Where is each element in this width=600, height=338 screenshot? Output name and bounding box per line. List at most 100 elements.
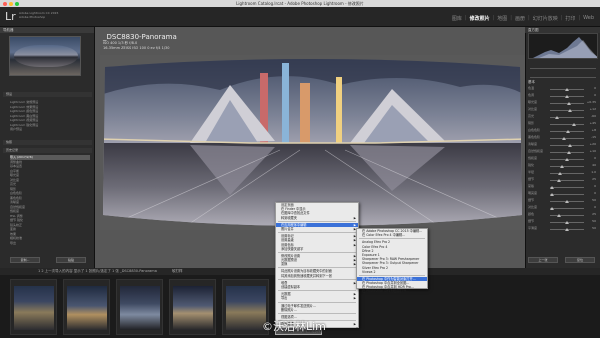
paste-button[interactable]: 粘贴 (56, 257, 86, 263)
filmstrip-thumbnail[interactable] (63, 279, 110, 335)
slider-thumb[interactable] (556, 213, 561, 217)
history-header[interactable]: 历史记录 (3, 148, 92, 153)
slider-value[interactable]: +10 (590, 149, 596, 153)
slider-thumb[interactable] (568, 108, 573, 112)
previous-button[interactable]: 上一张 (528, 257, 558, 263)
slider-value[interactable]: +0.35 (587, 100, 596, 104)
slider-row: 蒙版 0 (528, 184, 598, 191)
menu-item[interactable]: 在 Color Efex Pro 4 中编辑... (357, 233, 427, 237)
slider-track[interactable] (550, 194, 584, 195)
menu-item[interactable]: 删除照片... (276, 308, 358, 312)
menu-item[interactable]: 将其添加到快速收藏夹并转到下一张 (276, 274, 358, 278)
module-tab[interactable]: Web (581, 15, 596, 22)
slider-thumb[interactable] (556, 178, 561, 182)
slider-thumb[interactable] (567, 101, 572, 105)
menu-item[interactable]: 导出 ▶ (276, 296, 358, 300)
navigator-header[interactable]: 导航器 (0, 27, 94, 33)
filmstrip-source[interactable]: 1 2 上一次导入的内容 显示了 1 张照片/选定了 1 张 _DSC8830-… (38, 269, 157, 274)
reset-button[interactable]: 复位 (565, 257, 595, 263)
slider-thumb[interactable] (565, 199, 569, 203)
menu-separator (278, 278, 356, 280)
slider-thumb[interactable] (549, 206, 554, 210)
module-tab[interactable]: 修改照片 (468, 15, 492, 22)
slider-thumb[interactable] (566, 150, 571, 154)
navigator-preview[interactable] (9, 36, 81, 76)
slider-thumb[interactable] (566, 129, 571, 133)
slider-thumb[interactable] (565, 157, 569, 161)
slider-value[interactable]: +12 (590, 107, 596, 111)
slider-thumb[interactable] (559, 164, 564, 168)
slider-thumb[interactable] (565, 87, 569, 91)
menu-item[interactable]: 创建虚拟副本 (276, 285, 358, 289)
slider-value[interactable]: +20 (590, 142, 596, 146)
slider-value[interactable]: 25 (592, 212, 596, 216)
slider-thumb[interactable] (554, 115, 559, 119)
module-tab[interactable]: 图库 (450, 15, 464, 22)
module-tab[interactable]: 画册 (513, 15, 527, 22)
slider-track[interactable] (550, 215, 584, 216)
slider-value[interactable]: 50 (592, 226, 596, 230)
slider-value[interactable]: 25 (592, 177, 596, 181)
filmstrip-thumbnail[interactable] (10, 279, 57, 335)
slider-track[interactable] (550, 110, 584, 111)
minimize-window-button[interactable] (9, 1, 13, 6)
filmstrip-thumbnail[interactable] (116, 279, 163, 335)
slider-value[interactable]: 0 (594, 156, 596, 160)
slider-thumb[interactable] (558, 171, 563, 175)
slider-value[interactable]: 0 (594, 184, 596, 188)
slider-track[interactable] (550, 187, 584, 188)
context-menu: 设定页面在 Finder 中显示 在图库中查找此文件 转到收藏夹 ▶ 在应用程序中编辑 ▶… (275, 202, 359, 333)
basic-header[interactable]: 基本 (528, 80, 535, 85)
snapshots-header[interactable]: 快照 (3, 140, 92, 145)
slider-value[interactable]: 1.0 (591, 170, 596, 174)
menu-item[interactable]: 添加快捷关键字 (276, 247, 358, 251)
slider-thumb[interactable] (562, 136, 567, 140)
close-window-button[interactable] (3, 1, 7, 6)
histogram[interactable] (528, 33, 598, 59)
slider-value[interactable]: 50 (592, 198, 596, 202)
slider-thumb[interactable] (565, 220, 569, 224)
zoom-window-button[interactable] (15, 1, 19, 6)
copy-button[interactable]: 复制... (10, 257, 40, 263)
menu-item[interactable]: 照片合并 ▶ (276, 227, 358, 231)
slider-thumb[interactable] (572, 122, 577, 126)
module-tab[interactable]: 打印 (563, 15, 577, 22)
presets-header[interactable]: 预设 (3, 92, 92, 97)
slider-value[interactable]: -15 (591, 135, 596, 139)
slider-value[interactable]: 0 (594, 86, 596, 90)
module-tab[interactable]: 地图 (495, 15, 509, 22)
slider-value[interactable]: 0 (594, 93, 596, 97)
slider-thumb[interactable] (549, 185, 554, 189)
slider-track[interactable] (550, 145, 584, 146)
list-item[interactable]: 导出 (10, 241, 90, 246)
slider-thumb[interactable] (549, 192, 554, 196)
menu-item[interactable]: 在 Photoshop 中作为图层打开... (357, 289, 427, 293)
slider-thumb[interactable] (565, 94, 569, 98)
slider-track[interactable] (550, 124, 584, 125)
slider-track[interactable] (550, 173, 584, 174)
slider-thumb[interactable] (565, 227, 569, 231)
module-separator: | (510, 15, 512, 21)
slider-row: 细节 50 (528, 219, 598, 226)
slider-value[interactable]: +45 (590, 121, 596, 125)
slider-track[interactable] (550, 138, 584, 139)
slider-value[interactable]: +8 (592, 128, 596, 132)
slider-track[interactable] (550, 208, 584, 209)
slider-value[interactable]: 0 (594, 205, 596, 209)
slider-track[interactable] (550, 180, 584, 181)
slider-value[interactable]: 0 (594, 191, 596, 195)
slider-thumb[interactable] (568, 143, 573, 147)
menu-item[interactable]: 变换 ▶ (276, 262, 358, 266)
slider-value[interactable]: -60 (591, 114, 596, 118)
module-tab[interactable]: 幻灯片放映 (531, 15, 560, 22)
slider-track[interactable] (550, 166, 584, 167)
filmstrip-thumbnail[interactable] (169, 279, 216, 335)
menu-item[interactable]: Viveza 2 (357, 270, 427, 274)
menu-item[interactable]: 转到收藏夹 ▶ (276, 216, 358, 220)
slider-value[interactable]: 40 (592, 163, 596, 167)
slider-value[interactable]: 50 (592, 219, 596, 223)
slider-label: 饱和度 (528, 156, 538, 160)
menu-item-label: 照片合并 (281, 226, 294, 231)
list-item[interactable]: 用户预设 (10, 127, 90, 132)
soft-proof-checkbox[interactable]: 软打样 (172, 269, 183, 274)
